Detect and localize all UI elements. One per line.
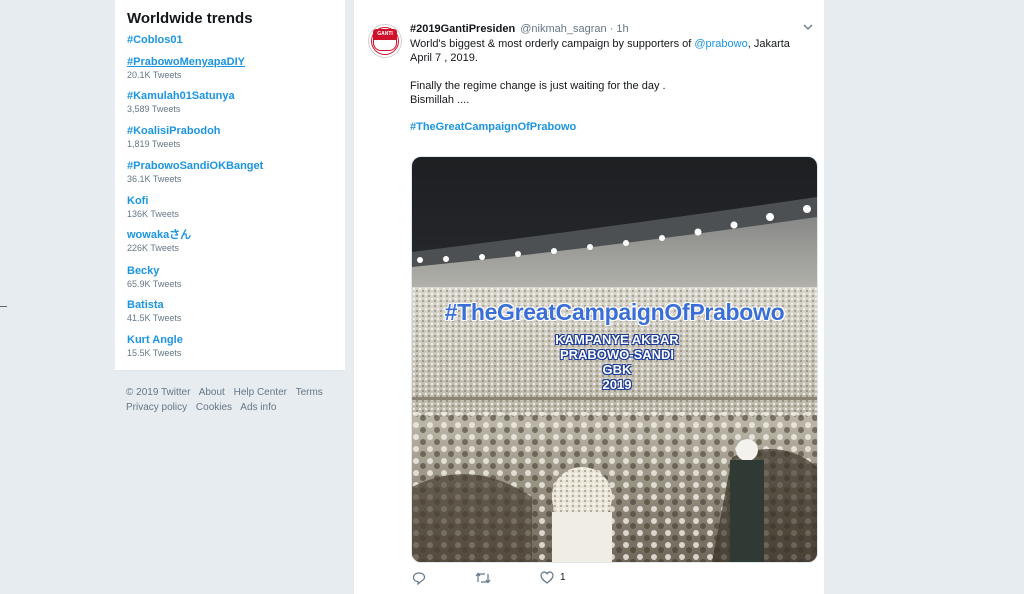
trends-panel: Worldwide trends #Coblos01 #PrabowoMenya… bbox=[115, 0, 345, 371]
avatar-emblem bbox=[373, 39, 397, 51]
tweet-author-name[interactable]: #2019GantiPresiden bbox=[410, 23, 515, 35]
tweet-text-part: World's biggest & most orderly campaign … bbox=[410, 38, 695, 50]
trends-title: Worldwide trends bbox=[127, 10, 253, 27]
footer-terms-link[interactable]: Terms bbox=[296, 387, 323, 398]
retweet-button[interactable] bbox=[474, 571, 492, 585]
tweet-timestamp[interactable]: · 1h bbox=[610, 23, 629, 35]
like-button[interactable]: 1 bbox=[540, 571, 566, 584]
trend-name[interactable]: Batista bbox=[127, 298, 337, 312]
footer-ads-link[interactable]: Ads info bbox=[240, 402, 276, 413]
trend-count: 65.9K Tweets bbox=[127, 279, 182, 289]
trend-name[interactable]: #Coblos01 bbox=[127, 33, 337, 47]
avatar-label: GANTI bbox=[373, 29, 397, 39]
image-overlay-title: #TheGreatCampaignOfPrabowo bbox=[444, 299, 785, 325]
trend-count: 20.1K Tweets bbox=[127, 70, 182, 80]
trend-count: 36.1K Tweets bbox=[127, 174, 182, 184]
image-overlay-line: PRABOWO-SANDI bbox=[559, 347, 675, 362]
trend-name[interactable]: #Kamulah01Satunya bbox=[127, 89, 337, 103]
tweet-hashtag-link[interactable]: #TheGreatCampaignOfPrabowo bbox=[410, 121, 576, 133]
trend-count: 41.5K Tweets bbox=[127, 313, 182, 323]
footer-copyright: © 2019 Twitter bbox=[126, 387, 191, 398]
retweet-icon bbox=[475, 572, 491, 584]
trend-item[interactable]: #KoalisiPrabodoh 1,819 Tweets bbox=[127, 124, 337, 150]
trend-name[interactable]: #PrabowoSandiOKBanget bbox=[127, 159, 337, 173]
trend-name[interactable]: Kofi bbox=[127, 194, 337, 208]
trend-count: 226K Tweets bbox=[127, 243, 179, 253]
like-count: 1 bbox=[560, 572, 566, 583]
reply-icon bbox=[412, 572, 426, 585]
trend-item[interactable]: Becky 65.9K Tweets bbox=[127, 264, 337, 290]
left-edge-mark bbox=[0, 306, 7, 307]
tweet-text-line: Finally the regime change is just waitin… bbox=[410, 80, 666, 92]
trend-item[interactable]: wowakaさん 226K Tweets bbox=[127, 228, 337, 254]
trend-item[interactable]: Kurt Angle 15.5K Tweets bbox=[127, 333, 337, 359]
trend-item[interactable]: #Kamulah01Satunya 3,589 Tweets bbox=[127, 89, 337, 115]
trend-item[interactable]: Batista 41.5K Tweets bbox=[127, 298, 337, 324]
trend-item[interactable]: #PrabowoSandiOKBanget 36.1K Tweets bbox=[127, 159, 337, 185]
trend-name[interactable]: #KoalisiPrabodoh bbox=[127, 124, 337, 138]
tweet-author-handle[interactable]: @nikmah_sagran bbox=[520, 23, 606, 35]
footer-cookies-link[interactable]: Cookies bbox=[196, 402, 232, 413]
tweet-text-line: Bismillah .... bbox=[410, 94, 470, 106]
trend-name[interactable]: Becky bbox=[127, 264, 337, 278]
trend-item[interactable]: #PrabowoMenyapaDIY 20.1K Tweets bbox=[127, 55, 337, 81]
footer-links: © 2019 Twitter About Help Center Terms P… bbox=[126, 385, 336, 415]
tweet-mention-link[interactable]: @prabowo bbox=[694, 38, 747, 50]
heart-icon bbox=[540, 571, 554, 584]
reply-button[interactable] bbox=[412, 571, 426, 585]
image-overlay-line: GBK bbox=[602, 362, 632, 377]
chevron-down-icon[interactable] bbox=[802, 21, 814, 33]
tweet-photo[interactable]: #TheGreatCampaignOfPrabowo KAMPANYE AKBA… bbox=[411, 156, 818, 563]
trend-count: 3,589 Tweets bbox=[127, 104, 181, 114]
footer-help-link[interactable]: Help Center bbox=[234, 387, 287, 398]
trend-name[interactable]: #PrabowoMenyapaDIY bbox=[127, 55, 337, 69]
footer-about-link[interactable]: About bbox=[199, 387, 225, 398]
image-overlay-line: KAMPANYE AKBAR bbox=[555, 332, 679, 347]
tweet-header: #2019GantiPresiden @nikmah_sagran · 1h bbox=[410, 22, 629, 36]
tweet-body: World's biggest & most orderly campaign … bbox=[410, 37, 810, 134]
image-overlay-line: 2019 bbox=[602, 377, 632, 392]
avatar[interactable]: GANTI bbox=[368, 24, 402, 58]
trend-name[interactable]: wowakaさん bbox=[127, 228, 337, 242]
trend-count: 136K Tweets bbox=[127, 209, 179, 219]
trend-name[interactable]: Kurt Angle bbox=[127, 333, 337, 347]
trend-item[interactable]: #Coblos01 bbox=[127, 33, 337, 47]
trend-count: 15.5K Tweets bbox=[127, 348, 182, 358]
footer-privacy-link[interactable]: Privacy policy bbox=[126, 402, 187, 413]
trend-count: 1,819 Tweets bbox=[127, 139, 181, 149]
trend-item[interactable]: Kofi 136K Tweets bbox=[127, 194, 337, 220]
